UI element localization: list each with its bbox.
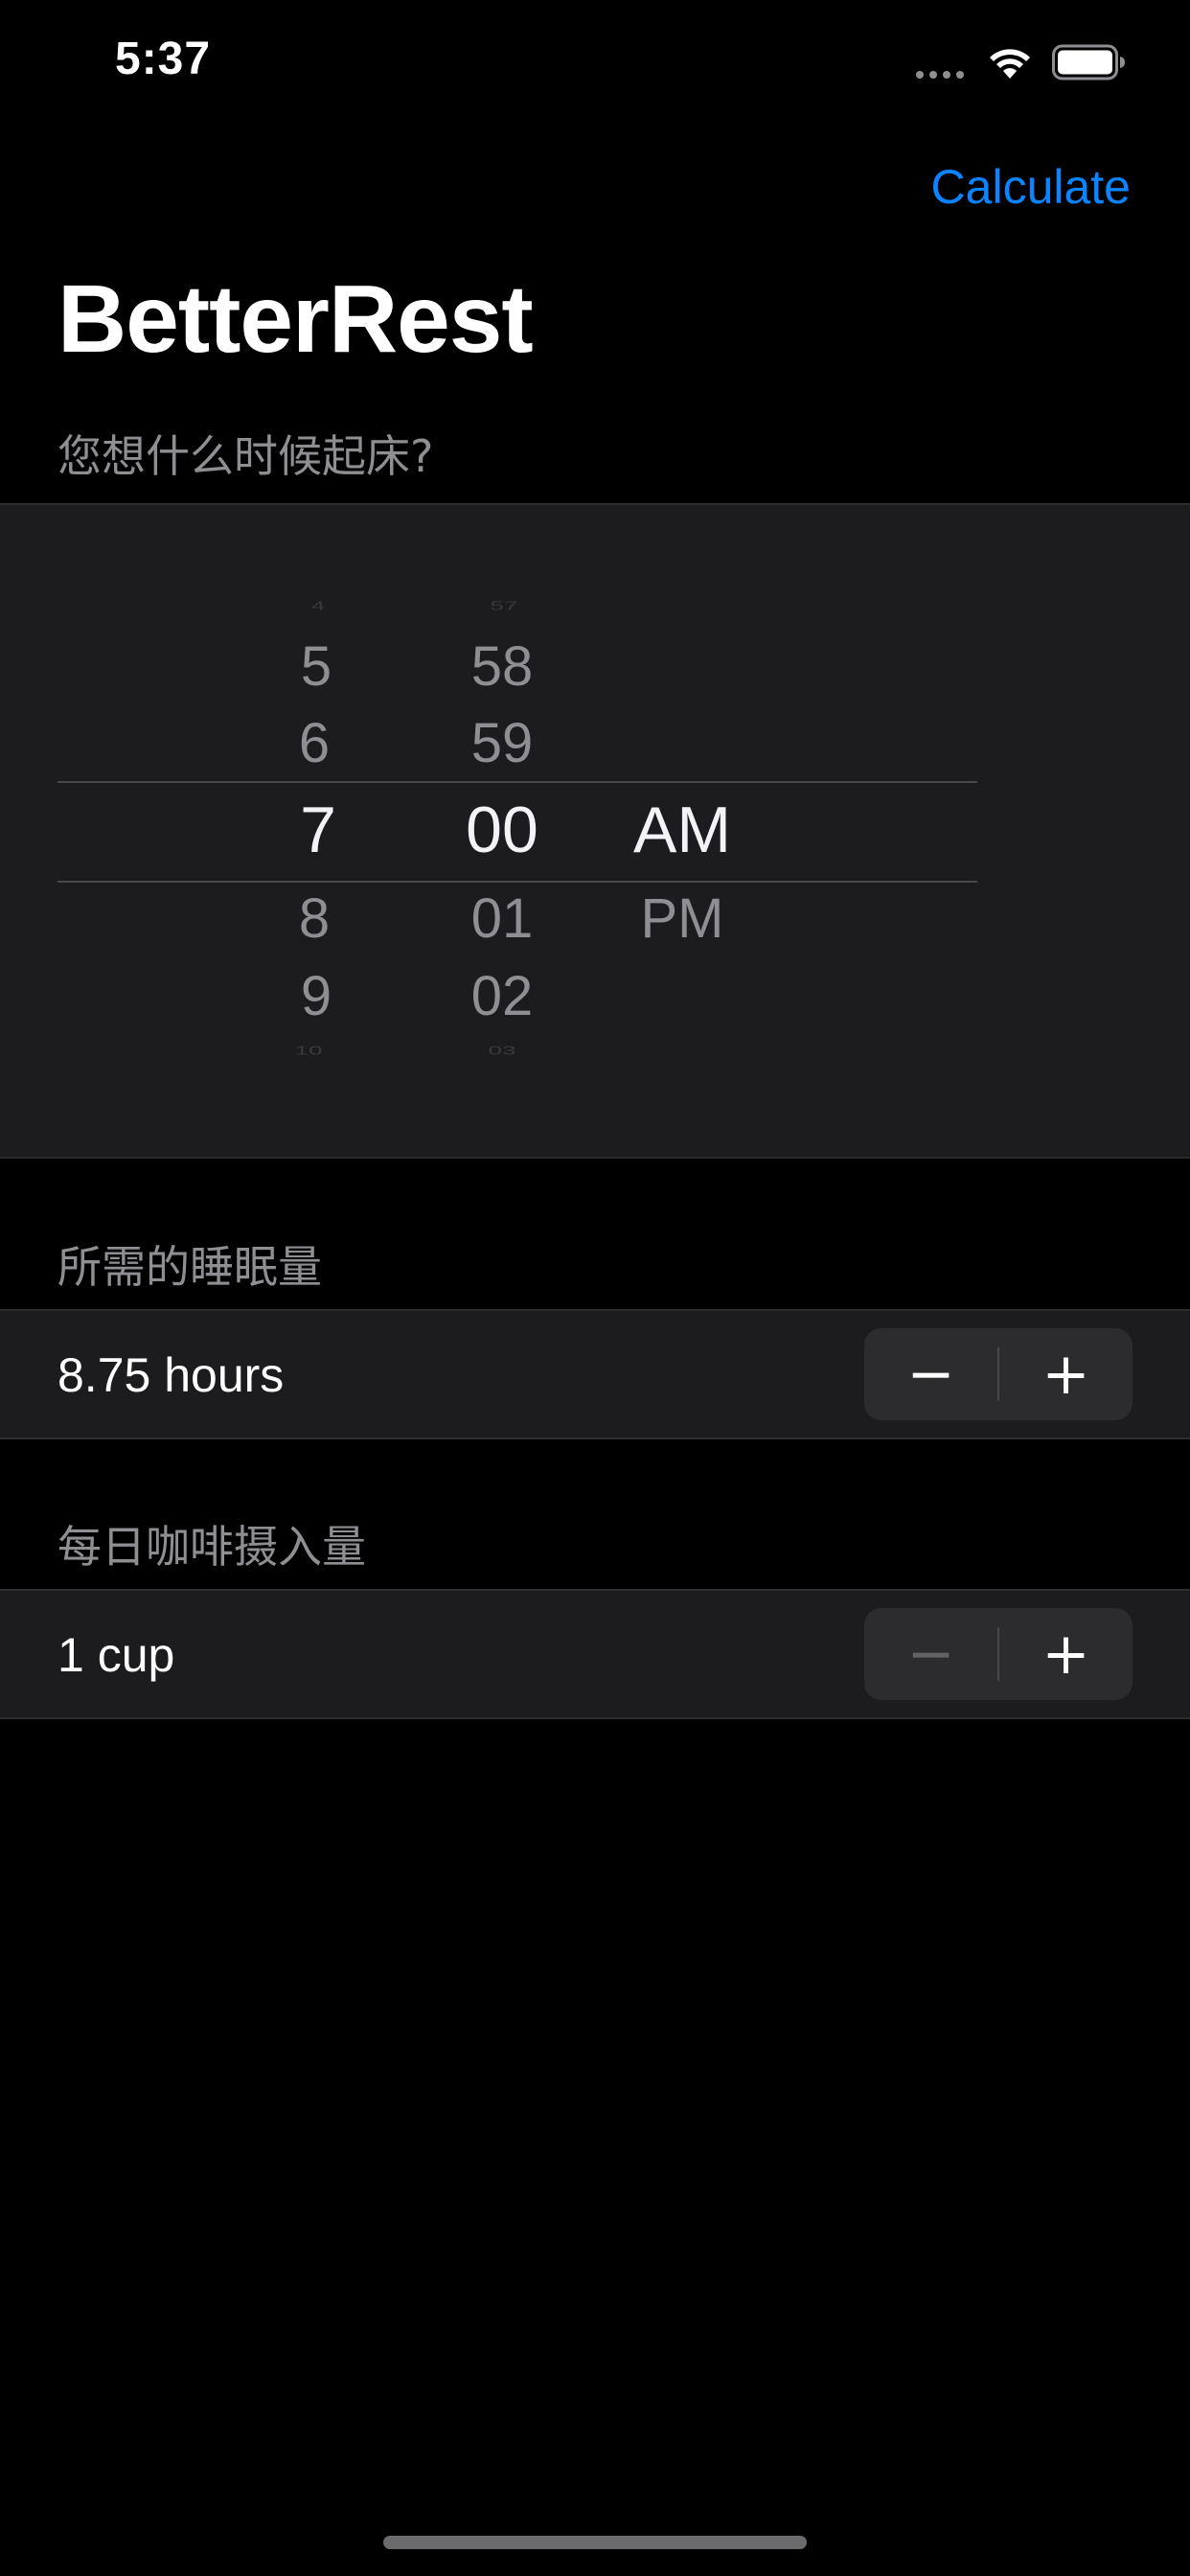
sleep-amount-value: 8.75 hours [57,1348,285,1402]
calculate-button[interactable]: Calculate [931,159,1131,215]
picker-selection-bottom-line [57,881,977,883]
sleep-amount-header: 所需的睡眠量 [57,1241,322,1293]
wake-time-picker[interactable]: 4 5 6 7 8 9 10 57 58 59 00 01 02 03 AM P… [0,503,1190,1159]
picker-hour-option[interactable]: 5 [249,639,383,695]
picker-hour-faint-above[interactable]: 4 [251,600,385,612]
picker-minute-faint-above[interactable]: 57 [437,600,571,612]
coffee-intake-header: 每日咖啡摄入量 [57,1521,366,1573]
page-title: BetterRest [57,265,534,373]
picker-hour-option[interactable]: 9 [249,969,383,1024]
picker-selection-top-line [57,781,977,783]
picker-hour-option[interactable]: 6 [247,716,381,771]
picker-minute-selected[interactable]: 00 [435,797,569,862]
sleep-increment-button[interactable]: + [999,1328,1133,1420]
coffee-intake-stepper[interactable]: − + [864,1608,1133,1700]
cellular-signal-icon [916,71,964,79]
coffee-decrement-button[interactable]: − [864,1608,997,1700]
picker-period-selected[interactable]: AM [615,797,749,862]
picker-hour-selected[interactable]: 7 [251,797,385,862]
picker-period-option[interactable]: PM [615,891,749,947]
picker-minute-option[interactable]: 01 [435,891,569,947]
coffee-intake-row: 1 cup − + [0,1589,1190,1719]
picker-minute-option[interactable]: 02 [435,969,569,1024]
picker-minute-option[interactable]: 59 [435,716,569,771]
coffee-intake-value: 1 cup [57,1628,175,1682]
picker-minute-option[interactable]: 58 [435,639,569,695]
picker-hour-faint-below[interactable]: 10 [241,1045,376,1057]
wifi-icon [987,46,1033,85]
picker-hour-option[interactable]: 8 [247,891,381,947]
sleep-amount-row: 8.75 hours − + [0,1309,1190,1439]
sleep-amount-stepper[interactable]: − + [864,1328,1133,1420]
coffee-increment-button[interactable]: + [999,1608,1133,1700]
sleep-decrement-button[interactable]: − [864,1328,997,1420]
battery-icon [1052,44,1127,87]
picker-minute-faint-below[interactable]: 03 [435,1045,569,1057]
home-indicator[interactable] [383,2536,807,2549]
wake-time-header: 您想什么时候起床? [57,430,434,482]
status-time: 5:37 [115,34,212,84]
